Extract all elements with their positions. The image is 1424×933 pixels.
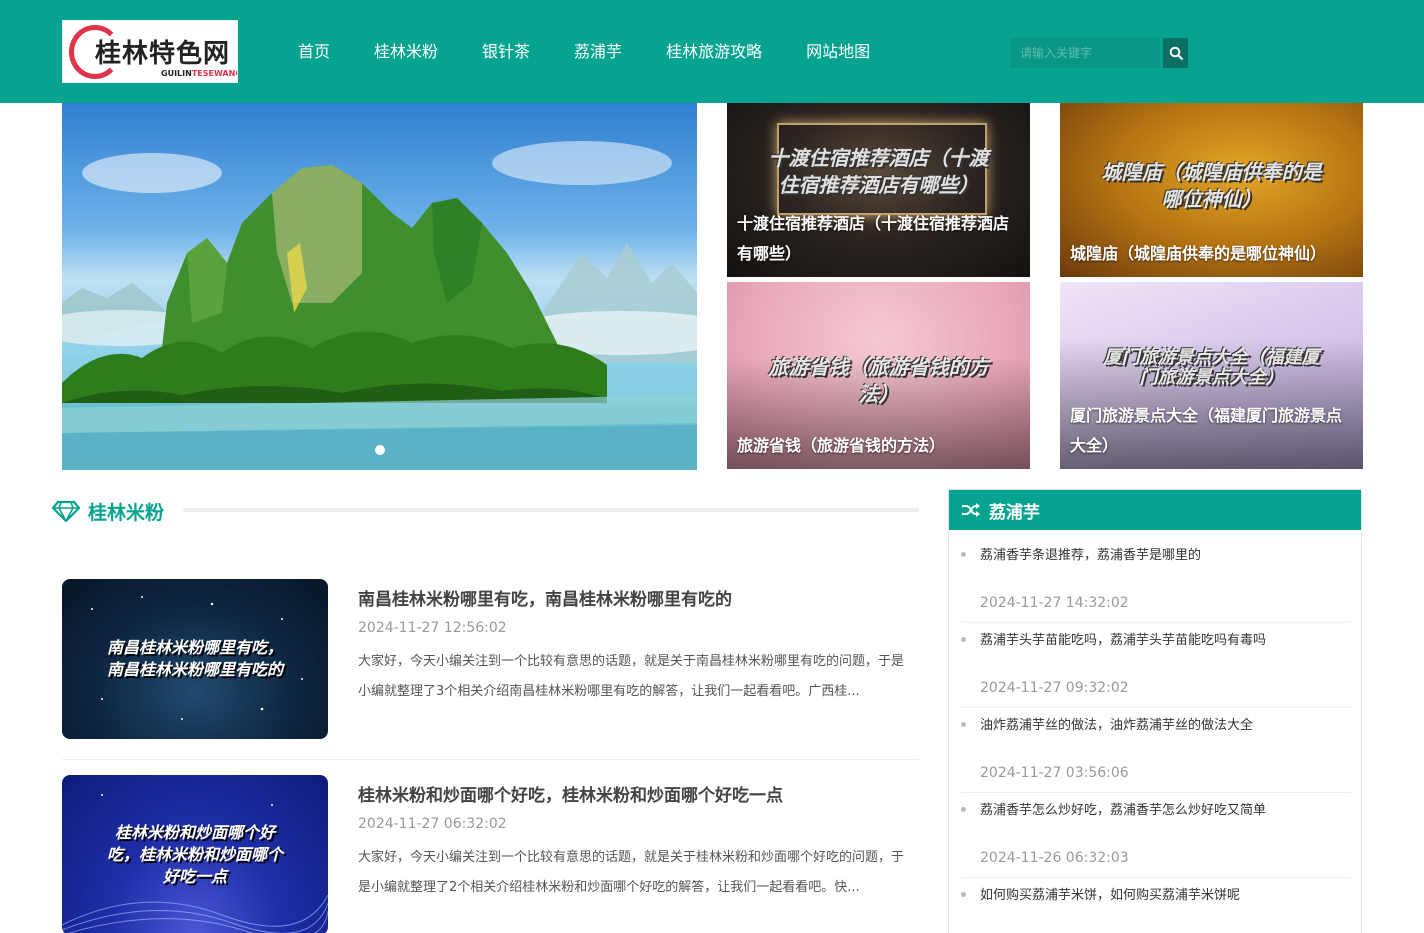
featured-card[interactable]: 旅游省钱（旅游省钱的方法） 旅游省钱（旅游省钱的方法） (727, 282, 1030, 469)
shuffle-icon (962, 503, 980, 517)
nav-lipu-taro[interactable]: 荔浦芋 (552, 0, 644, 103)
featured-card[interactable]: 城隍庙（城隍庙供奉的是哪位神仙） 城隍庙（城隍庙供奉的是哪位神仙） (1060, 103, 1363, 277)
card-image-text: 十渡住宿推荐酒店（十渡住宿推荐酒店有哪些） (768, 146, 989, 197)
article-date: 2024-11-27 06:32:02 (358, 816, 507, 832)
nav-silver-needle-tea[interactable]: 银针茶 (460, 0, 552, 103)
diamond-icon (52, 500, 80, 522)
nav-travel-guide[interactable]: 桂林旅游攻略 (644, 0, 784, 103)
search-icon (1169, 46, 1183, 60)
hero-slider[interactable] (62, 103, 697, 470)
sidebar-item-title[interactable]: 荔浦芋头芋苗能吃吗，荔浦芋头芋苗能吃吗有毒吗 (980, 629, 1266, 648)
bullet-icon (961, 722, 966, 727)
thumbnail-text: 桂林米粉和炒面哪个好吃，桂林米粉和炒面哪个好吃一点 (106, 823, 283, 886)
bullet-icon (961, 552, 966, 557)
sidebar-item-date: 2024-11-27 03:56:06 (980, 765, 1129, 781)
sidebar-title[interactable]: 荔浦芋 (989, 498, 1040, 523)
nav-guilin-rice-noodles[interactable]: 桂林米粉 (352, 0, 460, 103)
sidebar-item-divider (961, 877, 1351, 878)
search-input[interactable] (1010, 38, 1160, 68)
sidebar-item-divider (961, 707, 1351, 708)
article-title[interactable]: 桂林米粉和炒面哪个好吃，桂林米粉和炒面哪个好吃一点 (358, 781, 783, 806)
article-excerpt: 大家好，今天小编关注到一个比较有意思的话题，就是关于南昌桂林米粉哪里有吃的问题，… (358, 654, 905, 699)
card-image-text: 城隍庙（城隍庙供奉的是哪位神仙） (1101, 160, 1322, 211)
section-divider (183, 508, 919, 512)
nav-sitemap[interactable]: 网站地图 (784, 0, 892, 103)
article-title[interactable]: 南昌桂林米粉哪里有吃，南昌桂林米粉哪里有吃的 (358, 585, 732, 610)
nav-home[interactable]: 首页 (276, 0, 352, 103)
bullet-icon (961, 892, 966, 897)
main-nav: 首页 桂林米粉 银针茶 荔浦芋 桂林旅游攻略 网站地图 (276, 0, 892, 103)
article-thumbnail[interactable]: 桂林米粉和炒面哪个好吃，桂林米粉和炒面哪个好吃一点 (62, 775, 328, 933)
section-header: 桂林米粉 (52, 496, 164, 526)
card-caption[interactable]: 十渡住宿推荐酒店（十渡住宿推荐酒店有哪些） (737, 209, 1024, 269)
featured-card[interactable]: 厦门旅游景点大全（福建厦门旅游景点大全） 厦门旅游景点大全（福建厦门旅游景点大全… (1060, 282, 1363, 469)
thumbnail-text: 南昌桂林米粉哪里有吃，南昌桂林米粉哪里有吃的 (106, 638, 283, 679)
sidebar-item-divider (961, 792, 1351, 793)
bullet-icon (961, 637, 966, 642)
card-image-text: 厦门旅游景点大全（福建厦门旅游景点大全） (1103, 347, 1320, 388)
section-title[interactable]: 桂林米粉 (88, 498, 164, 525)
sidebar-item-date: 2024-11-27 14:32:02 (980, 595, 1129, 611)
sidebar-item-title[interactable]: 油炸荔浦芋丝的做法，油炸荔浦芋丝的做法大全 (980, 714, 1253, 733)
sidebar-widget: 荔浦芋 荔浦香芋条退推荐，荔浦香芋是哪里的 2024-11-27 14:32:0… (948, 489, 1362, 933)
card-caption[interactable]: 城隍庙（城隍庙供奉的是哪位神仙） (1070, 239, 1357, 269)
slider-dot-active[interactable] (375, 445, 385, 455)
hero-landscape-image (62, 141, 697, 470)
bullet-icon (961, 807, 966, 812)
article-excerpt: 大家好，今天小编关注到一个比较有意思的话题，就是关于桂林米粉和炒面哪个好吃的问题… (358, 850, 905, 895)
article-divider (62, 759, 919, 760)
sidebar-item-title[interactable]: 如何购买荔浦芋米饼，如何购买荔浦芋米饼呢 (980, 884, 1240, 903)
site-logo[interactable]: 桂林特色网 GUILINTESEWANG (62, 20, 238, 83)
sidebar-item-title[interactable]: 荔浦香芋条退推荐，荔浦香芋是哪里的 (980, 544, 1201, 563)
search-button[interactable] (1163, 38, 1188, 68)
sidebar-item-title[interactable]: 荔浦香芋怎么炒好吃，荔浦香芋怎么炒好吃又简单 (980, 799, 1266, 818)
featured-card[interactable]: 十渡住宿推荐酒店（十渡住宿推荐酒店有哪些） 十渡住宿推荐酒店（十渡住宿推荐酒店有… (727, 103, 1030, 277)
sidebar-item-date: 2024-11-26 06:32:03 (980, 850, 1129, 866)
card-image-text: 旅游省钱（旅游省钱的方法） (768, 355, 989, 406)
sidebar-item-date: 2024-11-27 09:32:02 (980, 680, 1129, 696)
sidebar-item-divider (961, 622, 1351, 623)
site-header: 桂林特色网 GUILINTESEWANG 首页 桂林米粉 银针茶 荔浦芋 桂林旅… (0, 0, 1424, 103)
logo-subtitle: GUILINTESEWANG (161, 69, 238, 78)
article-date: 2024-11-27 12:56:02 (358, 620, 507, 636)
logo-title: 桂林特色网 (95, 39, 231, 69)
card-caption[interactable]: 厦门旅游景点大全（福建厦门旅游景点大全） (1070, 401, 1357, 461)
card-caption[interactable]: 旅游省钱（旅游省钱的方法） (737, 431, 1024, 461)
article-thumbnail[interactable]: 南昌桂林米粉哪里有吃，南昌桂林米粉哪里有吃的 (62, 579, 328, 739)
sidebar-header: 荔浦芋 (949, 490, 1361, 530)
